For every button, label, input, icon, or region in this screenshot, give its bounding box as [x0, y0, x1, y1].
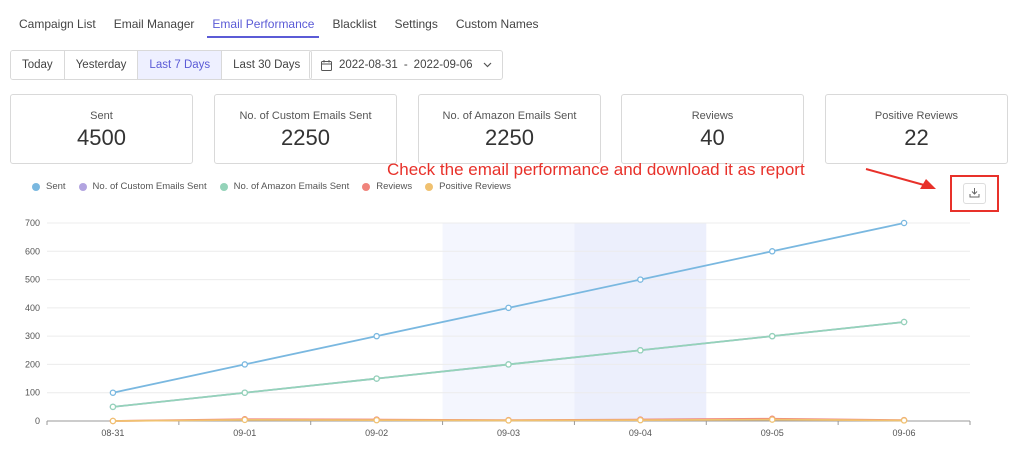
legend-item-reviews[interactable]: Reviews — [362, 181, 412, 192]
data-point — [373, 375, 380, 382]
y-tick-label: 300 — [25, 331, 40, 341]
data-point — [637, 276, 644, 283]
data-point — [768, 248, 776, 255]
data-point — [109, 389, 117, 396]
legend-label: Reviews — [376, 181, 413, 192]
stat-value: 40 — [700, 125, 725, 150]
data-point — [768, 332, 776, 340]
x-tick-label: 08-31 — [101, 428, 124, 438]
x-tick-label: 09-03 — [497, 428, 520, 438]
date-range-start: 2022-08-31 — [339, 59, 398, 71]
today-button[interactable]: Today — [11, 51, 65, 79]
stat-card-reviews: Reviews 40 — [621, 94, 804, 164]
stat-label: No. of Custom Emails Sent — [239, 110, 372, 122]
tab-email-manager[interactable]: Email Manager — [105, 0, 204, 38]
stat-label: Sent — [90, 110, 113, 122]
yesterday-button[interactable]: Yesterday — [64, 51, 139, 79]
last-7-days-button[interactable]: Last 7 Days — [138, 51, 223, 79]
highlight-band — [574, 223, 707, 421]
data-point — [373, 332, 380, 340]
data-point — [900, 318, 908, 326]
x-tick-label: 09-05 — [761, 428, 784, 438]
stat-label: No. of Amazon Emails Sent — [442, 110, 577, 122]
tab-campaign-list[interactable]: Campaign List — [10, 0, 105, 38]
y-tick-label: 200 — [25, 359, 40, 369]
stat-card-sent: Sent 4500 — [10, 94, 193, 164]
performance-line-chart: 0 100 200 300 400 500 600 700 08-31 09-01 09-02 09-… — [25, 218, 971, 438]
legend-label: No. of Amazon Emails Sent — [233, 181, 350, 192]
legend-item-amazon-emails[interactable]: No. of Amazon Emails Sent — [219, 181, 350, 192]
legend-item-sent[interactable]: Sent — [32, 181, 66, 192]
y-tick-label: 700 — [25, 218, 40, 228]
tab-blacklist[interactable]: Blacklist — [323, 0, 385, 38]
last-30-days-button[interactable]: Last 30 Days — [222, 51, 312, 79]
highlight-band — [442, 223, 575, 421]
y-tick-label: 0 — [35, 416, 40, 426]
data-point — [241, 389, 249, 396]
x-tick-label: 09-02 — [365, 428, 388, 438]
y-tick-label: 100 — [25, 388, 40, 398]
data-point — [505, 361, 512, 368]
data-point — [505, 304, 512, 312]
stat-value: 4500 — [77, 125, 126, 150]
y-tick-label: 600 — [25, 246, 40, 256]
data-point — [768, 416, 776, 423]
x-tick-label: 09-04 — [629, 428, 652, 438]
legend-label: Sent — [46, 181, 66, 192]
legend-label: No. of Custom Emails Sent — [92, 181, 207, 192]
data-point — [900, 219, 908, 227]
legend-dot — [425, 182, 434, 191]
data-point — [109, 403, 117, 411]
stat-value: 2250 — [281, 125, 330, 150]
y-tick-label: 400 — [25, 303, 40, 313]
data-point — [241, 416, 249, 424]
stat-card-custom-emails: No. of Custom Emails Sent 2250 — [214, 94, 397, 164]
date-range-end: 2022-09-06 — [413, 59, 473, 71]
legend-dot — [32, 182, 40, 191]
tab-custom-names[interactable]: Custom Names — [447, 0, 548, 38]
legend-item-positive-reviews[interactable]: Positive Reviews — [425, 181, 511, 192]
legend-dot — [78, 182, 87, 191]
stat-label: Positive Reviews — [874, 110, 959, 122]
chevron-down-icon — [483, 62, 492, 68]
legend-label: Positive Reviews — [439, 181, 511, 192]
stat-value: 2250 — [485, 125, 534, 150]
x-tick-label: 09-01 — [233, 428, 256, 438]
data-point — [241, 361, 249, 368]
stat-card-amazon-emails: No. of Amazon Emails Sent 2250 — [418, 94, 601, 164]
annotation-text: Check the email performance and download… — [387, 160, 805, 179]
legend-dot — [219, 182, 228, 191]
data-point — [637, 347, 644, 354]
chart-legend: Sent No. of Custom Emails Sent No. of Am… — [32, 181, 524, 192]
legend-item-custom-emails[interactable]: No. of Custom Emails Sent — [78, 181, 207, 192]
stat-card-positive-reviews: Positive Reviews 22 — [825, 94, 1008, 164]
tab-email-performance[interactable]: Email Performance — [203, 0, 323, 38]
x-tick-label: 09-06 — [893, 428, 916, 438]
tab-settings[interactable]: Settings — [385, 0, 446, 38]
data-point — [109, 417, 117, 425]
data-point — [373, 416, 380, 424]
y-tick-label: 500 — [25, 275, 40, 285]
data-point — [637, 416, 644, 424]
date-range-picker[interactable]: 2022-08-31 - 2022-09-06 — [309, 50, 503, 80]
calendar-icon — [321, 59, 332, 71]
data-point — [900, 417, 908, 424]
navigation-tabs: Campaign List Email Manager Email Perfor… — [10, 0, 548, 38]
date-range-separator: - — [403, 59, 408, 71]
stat-value: 22 — [904, 125, 929, 150]
date-range-shortcuts: Today Yesterday Last 7 Days Last 30 Days — [10, 50, 313, 80]
stat-label: Reviews — [691, 110, 734, 122]
legend-dot — [362, 182, 371, 191]
annotation-arrow-icon — [865, 168, 936, 189]
data-point — [505, 417, 512, 424]
